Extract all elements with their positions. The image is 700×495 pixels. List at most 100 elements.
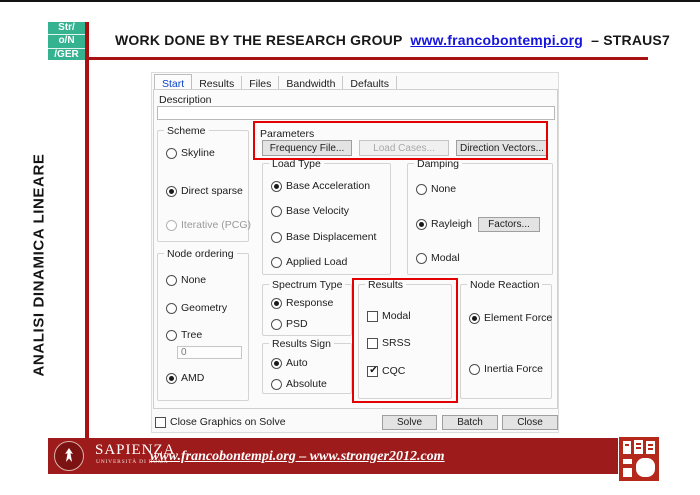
radio-tree[interactable]: Tree bbox=[166, 329, 202, 341]
radio-label: Modal bbox=[431, 252, 460, 264]
radio-label: Iterative (PCG) bbox=[181, 219, 251, 231]
radio-label: Base Velocity bbox=[286, 205, 349, 217]
radio-none[interactable]: None bbox=[166, 274, 206, 286]
radio-direct-sparse[interactable]: Direct sparse bbox=[166, 185, 243, 197]
radio-auto[interactable]: Auto bbox=[271, 357, 308, 369]
radio-applied-load[interactable]: Applied Load bbox=[271, 256, 347, 268]
checkbox-modal[interactable]: Modal bbox=[367, 310, 411, 322]
scheme-group: Scheme Skyline Direct sparse Iterative (… bbox=[157, 130, 249, 242]
radio-skyline[interactable]: Skyline bbox=[166, 147, 215, 159]
radio-icon bbox=[469, 364, 480, 375]
tab-files[interactable]: Files bbox=[242, 76, 279, 90]
radio-label: Auto bbox=[286, 357, 308, 369]
stronger-group-logo: Str/ o/N /GER bbox=[48, 22, 85, 60]
checkbox-icon bbox=[155, 417, 166, 428]
checkbox-label: CQC bbox=[382, 365, 405, 377]
red-horizontal-rule bbox=[48, 57, 648, 60]
radio-label: Response bbox=[286, 297, 333, 309]
radio-psd[interactable]: PSD bbox=[271, 318, 308, 330]
load-type-group-label: Load Type bbox=[269, 158, 324, 170]
factors-button[interactable]: Factors... bbox=[478, 217, 540, 232]
slide-top-border bbox=[0, 0, 700, 2]
radio-icon bbox=[416, 253, 427, 264]
radio-icon bbox=[271, 379, 282, 390]
tab-start[interactable]: Start bbox=[154, 74, 192, 90]
results-sign-group-label: Results Sign bbox=[269, 338, 334, 350]
radio-icon bbox=[416, 219, 427, 230]
radio-label: Base Acceleration bbox=[286, 180, 370, 192]
radio-label: Tree bbox=[181, 329, 202, 341]
radio-label: Skyline bbox=[181, 147, 215, 159]
footer-link[interactable]: www.francobontempi.org – www.stronger201… bbox=[150, 449, 445, 465]
batch-button[interactable]: Batch bbox=[442, 415, 498, 430]
spectrum-type-group: Spectrum Type Response PSD bbox=[262, 284, 352, 336]
radio-element-force[interactable]: Element Force bbox=[469, 312, 552, 324]
title-link[interactable]: www.francobontempi.org bbox=[410, 32, 583, 48]
close-button[interactable]: Close bbox=[502, 415, 558, 430]
results-sign-group: Results Sign Auto Absolute bbox=[262, 343, 352, 394]
radio-icon bbox=[271, 298, 282, 309]
parameters-label: Parameters bbox=[260, 128, 314, 140]
tree-value-input[interactable] bbox=[177, 346, 242, 359]
checkbox-label: SRSS bbox=[382, 337, 411, 349]
node-reaction-group-label: Node Reaction bbox=[467, 279, 542, 291]
radio-label: Geometry bbox=[181, 302, 227, 314]
tab-bar: Start Results Files Bandwidth Defaults bbox=[154, 74, 397, 90]
node-ordering-group-label: Node ordering bbox=[164, 248, 237, 260]
radio-icon bbox=[166, 220, 177, 231]
damping-group: Damping None Rayleigh Factors... Modal bbox=[407, 163, 553, 275]
footer-band: SAPIENZA UNIVERSITÀ DI ROMA www.francobo… bbox=[48, 438, 618, 474]
description-input[interactable] bbox=[157, 106, 555, 120]
checkbox-srss[interactable]: SRSS bbox=[367, 337, 411, 349]
damping-group-label: Damping bbox=[414, 158, 462, 170]
radio-base-acceleration[interactable]: Base Acceleration bbox=[271, 180, 370, 192]
radio-label: PSD bbox=[286, 318, 308, 330]
radio-damping-none[interactable]: None bbox=[416, 183, 456, 195]
title-suffix: – STRAUS7 bbox=[591, 32, 670, 48]
radio-amd[interactable]: AMD bbox=[166, 372, 204, 384]
radio-geometry[interactable]: Geometry bbox=[166, 302, 227, 314]
logo-line: o/N bbox=[48, 34, 85, 47]
checkbox-icon bbox=[367, 311, 378, 322]
radio-inertia-force[interactable]: Inertia Force bbox=[469, 363, 543, 375]
load-cases-button: Load Cases... bbox=[359, 140, 449, 156]
radio-damping-modal[interactable]: Modal bbox=[416, 252, 460, 264]
radio-icon bbox=[271, 257, 282, 268]
load-type-group: Load Type Base Acceleration Base Velocit… bbox=[262, 163, 391, 275]
frequency-file-button[interactable]: Frequency File... bbox=[262, 140, 352, 156]
node-ordering-group: Node ordering None Geometry Tree AMD bbox=[157, 253, 249, 401]
radio-base-displacement[interactable]: Base Displacement bbox=[271, 231, 376, 243]
solve-button[interactable]: Solve bbox=[382, 415, 437, 430]
radio-label: None bbox=[181, 274, 206, 286]
radio-rayleigh[interactable]: Rayleigh bbox=[416, 218, 472, 230]
radio-label: Inertia Force bbox=[484, 363, 543, 375]
tab-results[interactable]: Results bbox=[192, 76, 242, 90]
radio-icon bbox=[271, 319, 282, 330]
spectrum-type-group-label: Spectrum Type bbox=[269, 279, 345, 291]
checkbox-cqc[interactable]: CQC bbox=[367, 365, 405, 377]
radio-label: AMD bbox=[181, 372, 204, 384]
radio-label: Rayleigh bbox=[431, 218, 472, 230]
slide: Str/ o/N /GER WORK DONE BY THE RESEARCH … bbox=[0, 0, 700, 495]
radio-base-velocity[interactable]: Base Velocity bbox=[271, 205, 349, 217]
results-group: Results Modal SRSS CQC bbox=[358, 284, 452, 399]
radio-icon bbox=[271, 358, 282, 369]
radio-label: Absolute bbox=[286, 378, 327, 390]
radio-icon bbox=[166, 303, 177, 314]
tab-defaults[interactable]: Defaults bbox=[343, 76, 397, 90]
solver-dialog: Start Results Files Bandwidth Defaults D… bbox=[151, 72, 559, 433]
red-seal-icon bbox=[619, 437, 659, 481]
radio-absolute[interactable]: Absolute bbox=[271, 378, 327, 390]
checkbox-close-graphics[interactable]: Close Graphics on Solve bbox=[155, 416, 286, 428]
radio-response[interactable]: Response bbox=[271, 297, 333, 309]
radio-icon bbox=[416, 184, 427, 195]
tab-bandwidth[interactable]: Bandwidth bbox=[279, 76, 343, 90]
results-group-label: Results bbox=[365, 279, 406, 291]
direction-vectors-button[interactable]: Direction Vectors... bbox=[456, 140, 548, 156]
radio-iterative-pcg: Iterative (PCG) bbox=[166, 219, 251, 231]
radio-label: Element Force bbox=[484, 312, 552, 324]
scheme-group-label: Scheme bbox=[164, 125, 209, 137]
radio-icon bbox=[166, 275, 177, 286]
radio-icon bbox=[166, 148, 177, 159]
title-text: WORK DONE BY THE RESEARCH GROUP bbox=[115, 32, 402, 48]
